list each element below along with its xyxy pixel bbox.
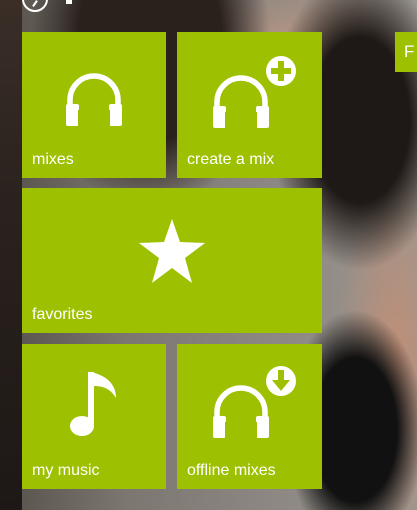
tile-create-a-mix[interactable]: create a mix (177, 32, 322, 178)
background-photo-edge (0, 0, 22, 510)
peek-tile[interactable]: F (395, 32, 417, 72)
tile-my-music[interactable]: my music (22, 344, 166, 489)
headphones-plus-icon (213, 54, 299, 128)
peek-tile-label: F (404, 42, 415, 61)
tile-label: mixes (32, 151, 74, 168)
tile-label: offline mixes (187, 462, 276, 479)
tile-label: my music (32, 462, 100, 479)
tile-mixes[interactable]: mixes (22, 32, 166, 178)
star-icon (139, 219, 205, 283)
headphones-icon (66, 73, 122, 126)
headphones-download-icon (213, 364, 299, 438)
tile-favorites[interactable]: favorites (22, 188, 322, 333)
tile-label: favorites (32, 306, 93, 323)
tile-label: create a mix (187, 151, 275, 168)
tile-offline-mixes[interactable]: offline mixes (177, 344, 322, 489)
top-mark (66, 0, 72, 4)
music-note-icon (70, 372, 116, 436)
